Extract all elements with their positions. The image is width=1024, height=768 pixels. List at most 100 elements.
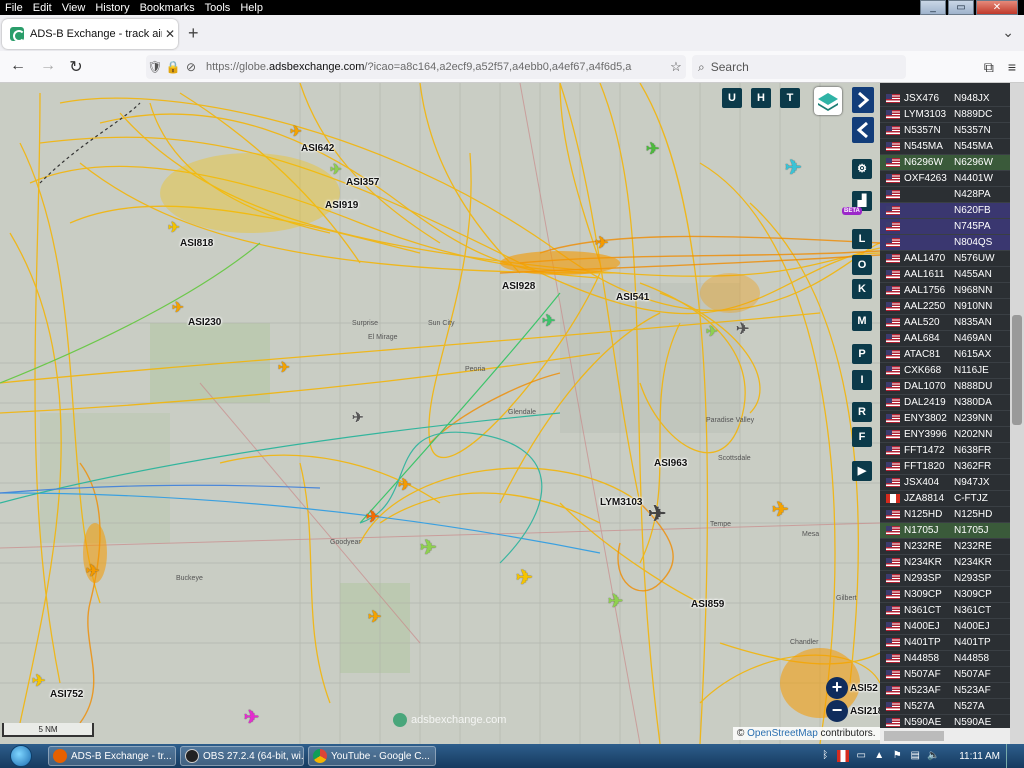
zoom-in-button[interactable]: + (826, 677, 848, 699)
aircraft-list-row[interactable]: AAL2250 N910NN (880, 299, 1010, 315)
aircraft-icon[interactable]: ✈ (420, 535, 437, 560)
tab-adsb-exchange[interactable]: ADS-B Exchange - track aircraft ✕ (2, 19, 178, 49)
collapse-sidebar-button[interactable] (852, 87, 874, 113)
aircraft-label[interactable]: ASI541 (616, 292, 649, 303)
aircraft-list-row[interactable]: FFT1820 N362FR (880, 459, 1010, 475)
menu-tools[interactable]: Tools (200, 2, 236, 14)
scrollbar-thumb[interactable] (1012, 315, 1022, 425)
aircraft-list-row[interactable]: CXK668 N116JE (880, 363, 1010, 379)
aircraft-label[interactable]: ASI52 (850, 683, 878, 694)
aircraft-list-row[interactable]: N44858 N44858 (880, 651, 1010, 667)
aircraft-list-row[interactable]: N428PA (880, 187, 1010, 203)
aircraft-list-row[interactable]: JSX476 N948JX (880, 91, 1010, 107)
aircraft-icon[interactable]: ✈ (516, 565, 533, 590)
aircraft-label[interactable]: ASI642 (301, 143, 334, 154)
aircraft-list-row[interactable]: N620FB (880, 203, 1010, 219)
aircraft-list-row[interactable]: N309CP N309CP (880, 587, 1010, 603)
aircraft-label[interactable]: ASI752 (50, 689, 83, 700)
aircraft-list-row[interactable]: N361CT N361CT (880, 603, 1010, 619)
flight-map[interactable]: ✈ ✈ ✈ ✈ ✈ ✈ ✈ ✈ ✈ ✈ ✈ ✈ ✈ ✈ ✈ ✈ ✈ ✈ ✈ ✈ … (0, 83, 880, 744)
aircraft-icon[interactable]: ✈ (608, 591, 623, 612)
aircraft-list-row[interactable]: JZA8814 C-FTJZ (880, 491, 1010, 507)
playback-button[interactable]: ▶ (852, 461, 872, 481)
lock-icon[interactable]: 🔒 (164, 60, 182, 74)
clock[interactable]: 11:11 AM (959, 751, 1000, 762)
aircraft-label[interactable]: ASI218 (850, 706, 880, 717)
close-window-button[interactable]: ✕ (976, 0, 1018, 15)
aircraft-label[interactable]: LYM3103 (600, 497, 642, 508)
scrollbar-thumb[interactable] (884, 731, 944, 741)
aircraft-list-row[interactable]: ATAC81 N615AX (880, 347, 1010, 363)
aircraft-list-row[interactable]: N293SP N293SP (880, 571, 1010, 587)
aircraft-list-row[interactable]: N507AF N507AF (880, 667, 1010, 683)
aircraft-label[interactable]: ASI230 (188, 317, 221, 328)
aircraft-icon[interactable]: ✈ (330, 161, 342, 178)
openstreetmap-link[interactable]: OpenStreetMap (747, 728, 818, 739)
aircraft-list-row[interactable]: AAL520 N835AN (880, 315, 1010, 331)
zoom-out-button[interactable]: − (826, 700, 848, 722)
aircraft-icon[interactable]: ✈ (785, 155, 802, 180)
menu-edit[interactable]: Edit (28, 2, 57, 14)
tab-close-icon[interactable]: ✕ (162, 27, 178, 41)
toggle-filter-button[interactable]: F (852, 427, 872, 447)
menu-file[interactable]: File (0, 2, 28, 14)
aircraft-list-row[interactable]: AAL1470 N576UW (880, 251, 1010, 267)
forward-button[interactable]: → (38, 57, 58, 75)
taskbar-item-obs[interactable]: OBS 27.2.4 (64-bit, wi... (180, 746, 304, 766)
toggle-o-button[interactable]: O (852, 255, 872, 275)
aircraft-list-row[interactable]: N6296W N6296W (880, 155, 1010, 171)
aircraft-list-row[interactable]: N401TP N401TP (880, 635, 1010, 651)
new-tab-button[interactable]: + (188, 23, 199, 44)
url-text[interactable]: https://globe.adsbexchange.com/?icao=a8c… (200, 61, 666, 73)
aircraft-list-row[interactable]: N523AF N523AF (880, 683, 1010, 699)
settings-button[interactable]: ⚙ (852, 159, 872, 179)
aircraft-icon[interactable]: ✈ (646, 139, 659, 159)
aircraft-label[interactable]: ASI963 (654, 458, 687, 469)
permissions-icon[interactable]: ⊘ (182, 60, 200, 74)
page-scrollbar[interactable] (1010, 83, 1024, 744)
search-box[interactable]: ⌕ Search (692, 55, 906, 79)
maximize-button[interactable]: ▭ (948, 0, 974, 15)
aircraft-icon[interactable]: ✈ (278, 359, 290, 376)
menu-history[interactable]: History (90, 2, 134, 14)
aircraft-icon[interactable]: ✈ (244, 707, 259, 728)
toggle-replay-button[interactable]: R (852, 402, 872, 422)
map-canvas[interactable] (0, 83, 880, 744)
aircraft-list-row[interactable]: DAL1070 N888DU (880, 379, 1010, 395)
aircraft-list-row[interactable]: AAL1611 N455AN (880, 267, 1010, 283)
aircraft-list-row[interactable]: N5357N N5357N (880, 123, 1010, 139)
start-button[interactable] (6, 744, 36, 768)
tracking-shield-icon[interactable]: 🛡 (146, 60, 164, 74)
aircraft-icon[interactable]: ✈ (86, 561, 99, 581)
aircraft-list-row[interactable]: AAL684 N469AN (880, 331, 1010, 347)
aircraft-label[interactable]: ASI818 (180, 238, 213, 249)
show-desktop-button[interactable] (1006, 744, 1016, 768)
aircraft-list-row[interactable]: AAL1756 N968NN (880, 283, 1010, 299)
aircraft-list-row[interactable]: OXF4263 N4401W (880, 171, 1010, 187)
expand-sidebar-button[interactable] (852, 117, 874, 143)
tray-arrow-icon[interactable]: ▲ (873, 750, 885, 762)
aircraft-list-row[interactable]: N545MA N545MA (880, 139, 1010, 155)
toggle-persistence-button[interactable]: P (852, 344, 872, 364)
aircraft-label[interactable]: ASI859 (691, 599, 724, 610)
network-icon[interactable]: ▤ (909, 750, 921, 762)
extensions-icon[interactable]: ⧉ (984, 59, 994, 76)
aircraft-icon[interactable]: ✈ (366, 507, 379, 527)
aircraft-list-row[interactable]: N804QS (880, 235, 1010, 251)
canada-flag-icon[interactable] (837, 750, 850, 762)
aircraft-icon[interactable]: ✈ (352, 409, 364, 426)
aircraft-list[interactable]: JSX476 N948JX LYM3103 N889DC N5357N N5357N N54… (880, 83, 1010, 744)
aircraft-list-row[interactable]: N234KR N234KR (880, 555, 1010, 571)
toggle-tracks-button[interactable]: T (780, 88, 800, 108)
layers-button[interactable] (814, 87, 842, 115)
aircraft-list-row[interactable]: N232RE N232RE (880, 539, 1010, 555)
address-bar[interactable]: 🛡 🔒 ⊘ https://globe.adsbexchange.com/?ic… (146, 55, 686, 79)
aircraft-list-row[interactable]: N125HD N125HD (880, 507, 1010, 523)
aircraft-icon[interactable]: ✈ (398, 475, 411, 495)
app-menu-icon[interactable]: ≡ (1008, 59, 1016, 76)
aircraft-list-row[interactable]: ENY3996 N202NN (880, 427, 1010, 443)
menu-view[interactable]: View (57, 2, 91, 14)
aircraft-icon[interactable]: ✈ (368, 607, 381, 627)
aircraft-icon[interactable]: ✈ (772, 497, 789, 522)
minimize-button[interactable]: _ (920, 0, 946, 15)
